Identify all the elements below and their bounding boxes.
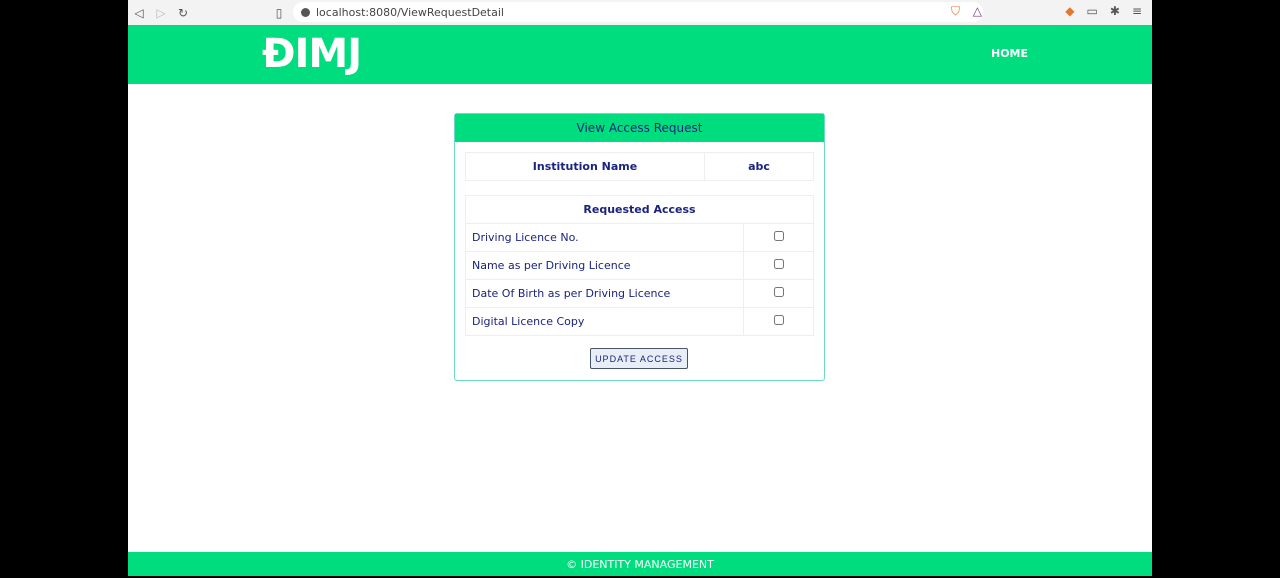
- cast-icon[interactable]: ▭: [1087, 4, 1098, 18]
- footer: © IDENTITY MANAGEMENT: [128, 552, 1152, 576]
- browser-toolbar: ◁ ▷ ↻ ▯ localhost:8080/ViewRequestDetail…: [128, 0, 1152, 25]
- access-checkbox[interactable]: [773, 315, 784, 325]
- nav-home-link[interactable]: HOME: [991, 47, 1028, 60]
- institution-value: abc: [704, 152, 814, 181]
- navbar: ĐIMJ HOME: [128, 25, 1152, 84]
- access-checkbox[interactable]: [773, 231, 784, 241]
- update-access-button[interactable]: UPDATE ACCESS: [590, 348, 688, 369]
- menu-icon[interactable]: ≡: [1132, 4, 1142, 18]
- item-label: Date Of Birth as per Driving Licence: [465, 279, 744, 308]
- table-row: Driving Licence No.: [465, 223, 814, 252]
- table-row: Digital Licence Copy: [465, 307, 814, 336]
- table-row: Name as per Driving Licence: [465, 251, 814, 280]
- institution-table: Institution Name abc: [465, 152, 814, 181]
- url-text: localhost:8080/ViewRequestDetail: [316, 5, 504, 19]
- item-label: Name as per Driving Licence: [465, 251, 744, 280]
- metamask-icon[interactable]: ◆: [1065, 4, 1074, 18]
- access-request-card: View Access Request Institution Name abc…: [454, 113, 825, 381]
- address-bar[interactable]: localhost:8080/ViewRequestDetail: [293, 2, 983, 22]
- item-label: Driving Licence No.: [465, 223, 744, 252]
- institution-label: Institution Name: [465, 152, 705, 181]
- table-row: Date Of Birth as per Driving Licence: [465, 279, 814, 308]
- bookmark-icon[interactable]: ▯: [268, 6, 290, 20]
- brave-shield-icon[interactable]: ⛉: [951, 4, 960, 19]
- back-icon[interactable]: ◁: [128, 6, 150, 20]
- browser-window: ◁ ▷ ↻ ▯ localhost:8080/ViewRequestDetail…: [128, 0, 1152, 576]
- brave-rewards-icon[interactable]: △: [973, 4, 982, 18]
- item-label: Digital Licence Copy: [465, 307, 744, 336]
- access-checkbox[interactable]: [773, 287, 784, 297]
- extensions-icon[interactable]: ✱: [1110, 4, 1120, 18]
- access-checkbox[interactable]: [773, 259, 784, 269]
- logo[interactable]: ĐIMJ: [262, 31, 362, 77]
- requested-access-table: Requested Access Driving Licence No. Nam…: [465, 195, 814, 336]
- forward-icon[interactable]: ▷: [150, 6, 172, 20]
- info-icon: [301, 7, 310, 17]
- requested-access-header: Requested Access: [465, 195, 814, 224]
- reload-icon[interactable]: ↻: [172, 6, 194, 20]
- card-title: View Access Request: [455, 114, 824, 142]
